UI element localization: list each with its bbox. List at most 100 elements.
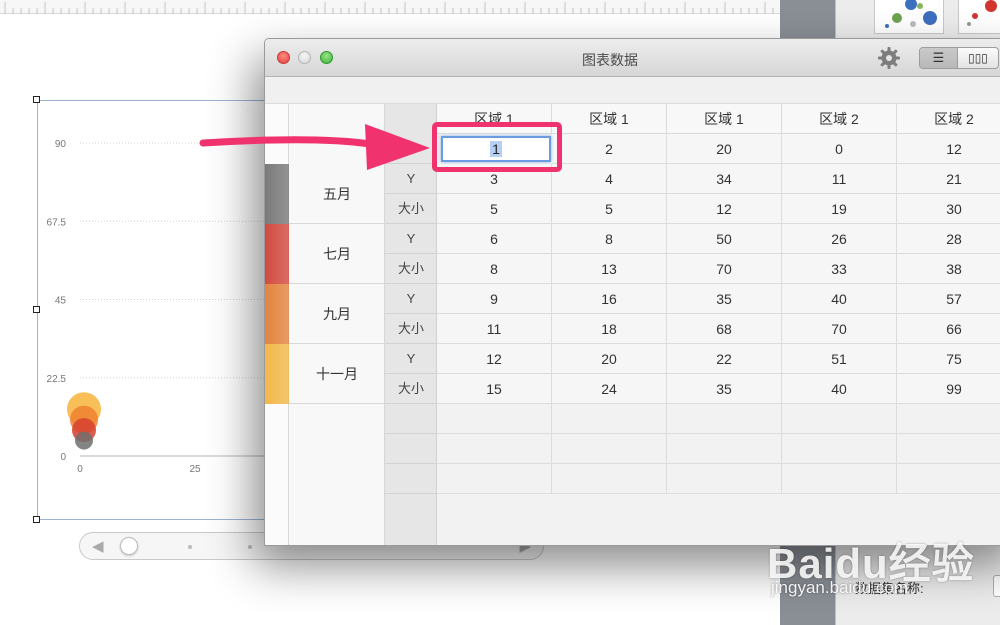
series-color-swatch[interactable] (265, 344, 289, 404)
table-cell[interactable]: 5 (437, 194, 552, 224)
empty-cell[interactable] (897, 434, 1000, 464)
dimension-label: Y (385, 224, 437, 254)
table-cell[interactable]: 20 (667, 134, 782, 164)
empty-cell[interactable] (437, 464, 552, 494)
table-cell[interactable]: 40 (782, 284, 897, 314)
empty-dimension-cell (385, 464, 437, 494)
x-tick-label: 0 (77, 464, 83, 475)
dimension-label: Y (385, 284, 437, 314)
table-cell[interactable]: 38 (897, 254, 1000, 284)
column-header-3[interactable]: 区域 1 (667, 104, 782, 134)
series-color-swatch[interactable] (265, 224, 289, 284)
chart-style-thumbnail[interactable] (874, 0, 944, 34)
dimension-label: Y (385, 344, 437, 374)
empty-cell[interactable] (552, 434, 667, 464)
table-cell[interactable]: 12 (667, 194, 782, 224)
chart-data-window: 图表数据 ☰ ▯▯▯ 五月七月九月十一月 XY大小Y大小Y大小Y大小 区域 1区… (264, 38, 1000, 546)
y-tick-label: 90 (55, 139, 67, 150)
empty-cell[interactable] (782, 404, 897, 434)
table-cell[interactable]: 30 (897, 194, 1000, 224)
play-backward-icon[interactable]: ◀ (92, 537, 104, 555)
column-header-5[interactable]: 区域 2 (897, 104, 1000, 134)
y-tick-label: 0 (60, 452, 66, 463)
table-cell[interactable]: 70 (667, 254, 782, 284)
table-cell[interactable]: 19 (782, 194, 897, 224)
list-view-icon[interactable]: ☰ (920, 48, 958, 68)
empty-cell[interactable] (782, 434, 897, 464)
empty-cell[interactable] (897, 404, 1000, 434)
table-cell[interactable]: 15 (437, 374, 552, 404)
empty-cell[interactable] (782, 464, 897, 494)
series-color-swatch[interactable] (265, 284, 289, 344)
table-cell[interactable]: 40 (782, 374, 897, 404)
table-cell[interactable]: 21 (897, 164, 1000, 194)
table-cell[interactable]: 16 (552, 284, 667, 314)
table-cell[interactable]: 13 (552, 254, 667, 284)
slider-step-dot (188, 545, 192, 549)
empty-cell[interactable] (897, 464, 1000, 494)
empty-cell[interactable] (667, 404, 782, 434)
empty-cell[interactable] (437, 404, 552, 434)
slider-step-dot (248, 545, 252, 549)
column-header-4[interactable]: 区域 2 (782, 104, 897, 134)
table-cell[interactable]: 68 (667, 314, 782, 344)
empty-dimension-cell (385, 404, 437, 434)
table-cell[interactable]: 75 (897, 344, 1000, 374)
chart-style-thumbnail[interactable] (958, 0, 1000, 34)
table-cell[interactable]: 5 (552, 194, 667, 224)
table-cell[interactable]: 26 (782, 224, 897, 254)
resize-handle-middle-left[interactable] (33, 306, 40, 313)
resize-handle-top-left[interactable] (33, 96, 40, 103)
column-header-2[interactable]: 区域 1 (552, 104, 667, 134)
table-cell[interactable]: 4 (552, 164, 667, 194)
table-cell[interactable]: 28 (897, 224, 1000, 254)
table-cell[interactable]: 20 (552, 344, 667, 374)
table-cell[interactable]: 11 (437, 314, 552, 344)
series-name[interactable]: 九月 (289, 284, 385, 344)
table-cell[interactable]: 2 (552, 134, 667, 164)
dimension-label: 大小 (385, 314, 437, 344)
series-name[interactable]: 七月 (289, 224, 385, 284)
empty-cell[interactable] (437, 434, 552, 464)
bubble (75, 431, 93, 450)
baidu-watermark: Baidu经验 jingyan.baidu.com (765, 518, 1000, 625)
empty-cell[interactable] (552, 404, 667, 434)
ruler (0, 0, 780, 14)
empty-cell[interactable] (667, 434, 782, 464)
annotation-arrow (199, 124, 430, 170)
table-cell[interactable]: 0 (782, 134, 897, 164)
resize-handle-bottom-left[interactable] (33, 516, 40, 523)
table-cell[interactable]: 24 (552, 374, 667, 404)
table-cell[interactable]: 70 (782, 314, 897, 344)
y-tick-label: 67.5 (47, 217, 67, 228)
table-cell[interactable]: 34 (667, 164, 782, 194)
table-cell[interactable]: 66 (897, 314, 1000, 344)
view-toggle: ☰ ▯▯▯ (919, 47, 999, 69)
gear-icon[interactable] (877, 46, 901, 70)
table-cell[interactable]: 35 (667, 284, 782, 314)
slider-knob[interactable] (120, 537, 138, 555)
table-cell[interactable]: 35 (667, 374, 782, 404)
table-cell[interactable]: 11 (782, 164, 897, 194)
table-cell[interactable]: 51 (782, 344, 897, 374)
series-name[interactable]: 十一月 (289, 344, 385, 404)
table-cell[interactable]: 12 (897, 134, 1000, 164)
table-cell[interactable]: 8 (437, 254, 552, 284)
table-cell[interactable]: 57 (897, 284, 1000, 314)
table-cell[interactable]: 22 (667, 344, 782, 374)
table-cell[interactable]: 6 (437, 224, 552, 254)
column-view-icon[interactable]: ▯▯▯ (958, 48, 998, 68)
empty-cell[interactable] (667, 464, 782, 494)
table-cell[interactable]: 8 (552, 224, 667, 254)
table-cell[interactable]: 99 (897, 374, 1000, 404)
window-titlebar[interactable]: 图表数据 ☰ ▯▯▯ (265, 39, 1000, 77)
table-cell[interactable]: 33 (782, 254, 897, 284)
table-cell[interactable]: 50 (667, 224, 782, 254)
table-cell[interactable]: 12 (437, 344, 552, 374)
empty-cell[interactable] (552, 464, 667, 494)
window-title: 图表数据 (582, 52, 638, 68)
table-cell[interactable]: 18 (552, 314, 667, 344)
table-cell[interactable]: 9 (437, 284, 552, 314)
watermark-url: jingyan.baidu.com (771, 578, 909, 597)
y-tick-label: 45 (55, 296, 67, 307)
